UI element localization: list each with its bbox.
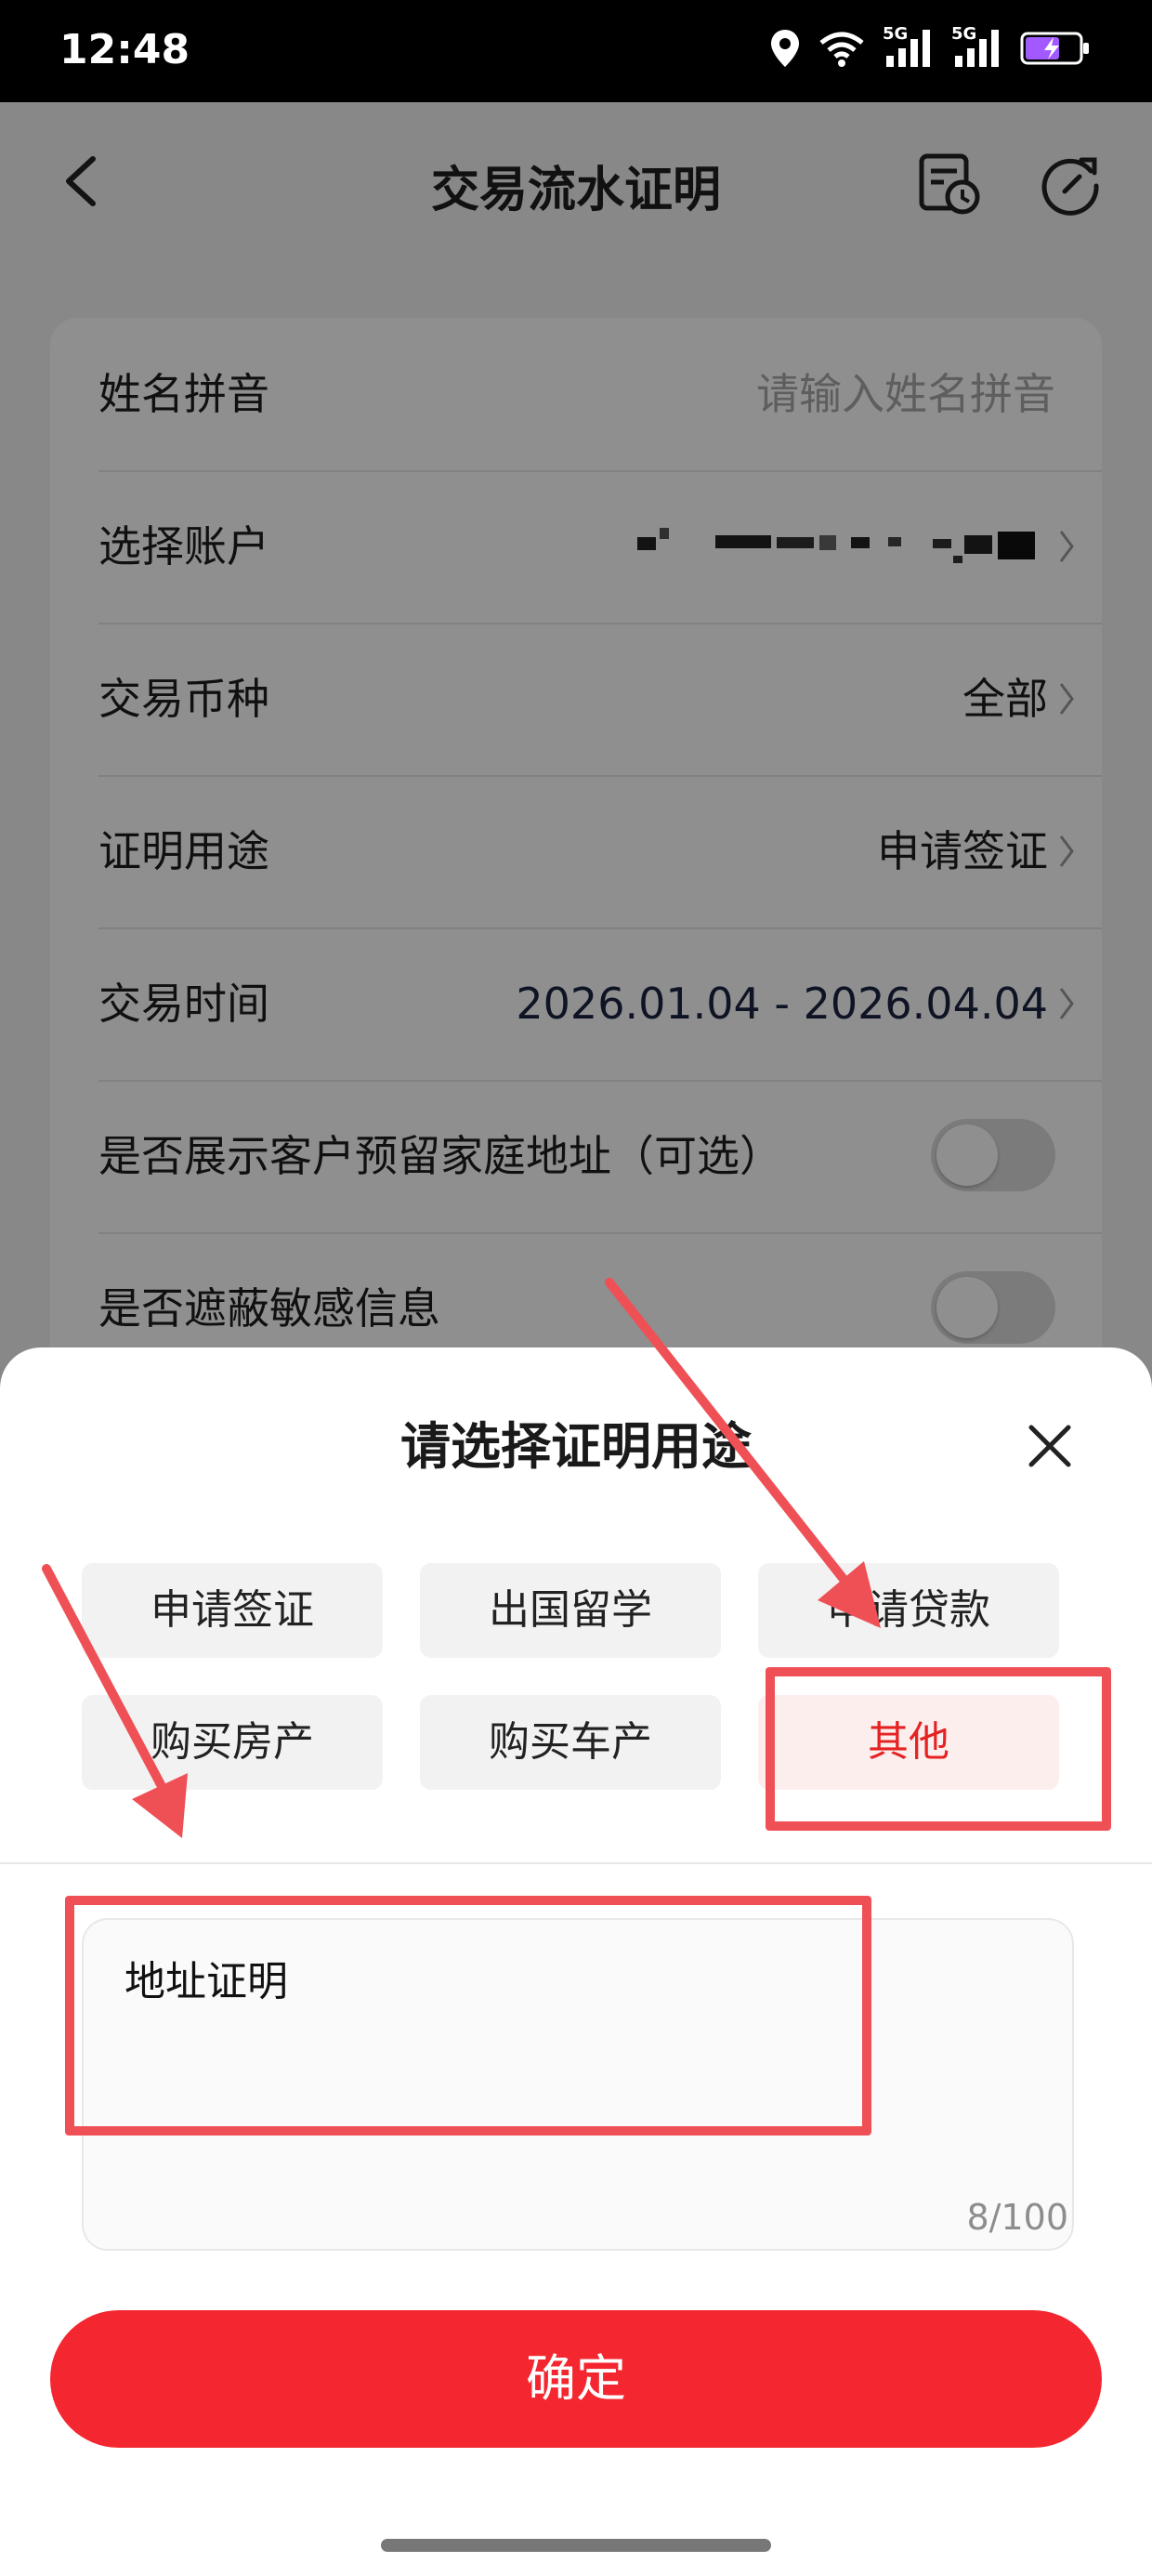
option-visa[interactable]: 申请签证 [82, 1563, 383, 1658]
char-counter: 8/100 [966, 2197, 1068, 2238]
wifi-icon [819, 32, 864, 67]
location-icon [771, 30, 799, 67]
battery-icon [1020, 32, 1089, 65]
annotation-box-textarea [65, 1896, 871, 2136]
annotation-box-other [766, 1667, 1111, 1831]
confirm-button[interactable]: 确定 [50, 2310, 1102, 2448]
option-buy-property[interactable]: 购买房产 [82, 1695, 383, 1790]
sheet-title: 请选择证明用途 [400, 1417, 752, 1476]
option-loan[interactable]: 申请贷款 [758, 1563, 1059, 1658]
signal-1: 5G [883, 24, 935, 69]
signal-icon [955, 30, 999, 67]
status-bar: 12:48 5G 5G [0, 0, 1152, 102]
sheet-divider [0, 1862, 1152, 1864]
status-time: 12:48 [59, 26, 190, 73]
close-icon[interactable] [1026, 1422, 1074, 1470]
option-buy-vehicle[interactable]: 购买车产 [420, 1695, 721, 1790]
status-icons: 5G 5G [769, 24, 1091, 69]
option-study-abroad[interactable]: 出国留学 [420, 1563, 721, 1658]
signal-icon [886, 30, 930, 67]
home-indicator [381, 2539, 771, 2552]
signal-2: 5G [951, 24, 1003, 69]
